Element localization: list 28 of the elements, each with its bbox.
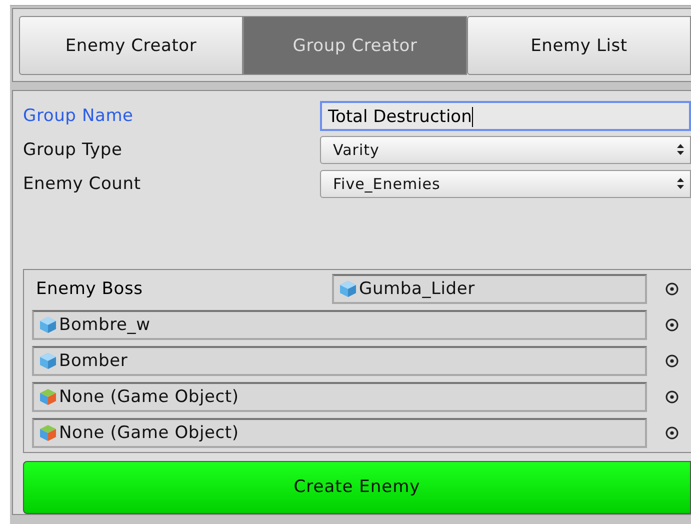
object-picker-icon[interactable] bbox=[665, 282, 679, 296]
cube-icon bbox=[39, 424, 57, 442]
field-label: Group Type bbox=[23, 140, 124, 160]
object-field[interactable]: None (Game Object) bbox=[32, 382, 647, 412]
object-field[interactable]: Gumba_Lider bbox=[332, 274, 647, 304]
tab[interactable]: Enemy List bbox=[467, 16, 691, 75]
slot-label: Enemy Boss bbox=[35, 278, 144, 299]
object-picker-icon[interactable] bbox=[665, 318, 679, 332]
cube-icon bbox=[39, 352, 57, 370]
cube-icon bbox=[39, 388, 57, 406]
dropdown[interactable]: Varity bbox=[320, 136, 691, 164]
field-label: Enemy Count bbox=[23, 174, 142, 194]
tab[interactable]: Enemy Creator bbox=[19, 16, 243, 75]
object-field[interactable]: Bomber bbox=[32, 346, 647, 376]
object-picker-icon[interactable] bbox=[665, 426, 679, 440]
dropdown[interactable]: Five_Enemies bbox=[320, 170, 691, 198]
cube-icon bbox=[339, 280, 357, 298]
create-enemy-button[interactable]: Create Enemy bbox=[23, 460, 691, 514]
object-picker-icon[interactable] bbox=[665, 354, 679, 368]
object-field[interactable]: Bombre_w bbox=[32, 310, 647, 340]
cube-icon bbox=[39, 316, 57, 334]
object-picker-icon[interactable] bbox=[665, 390, 679, 404]
tab[interactable]: Group Creator bbox=[243, 16, 467, 75]
input-field[interactable]: Total Destruction bbox=[320, 100, 691, 131]
updown-arrows-icon bbox=[677, 144, 684, 156]
field-label: Group Name bbox=[23, 106, 134, 126]
object-field[interactable]: None (Game Object) bbox=[32, 418, 647, 448]
updown-arrows-icon bbox=[677, 178, 684, 190]
